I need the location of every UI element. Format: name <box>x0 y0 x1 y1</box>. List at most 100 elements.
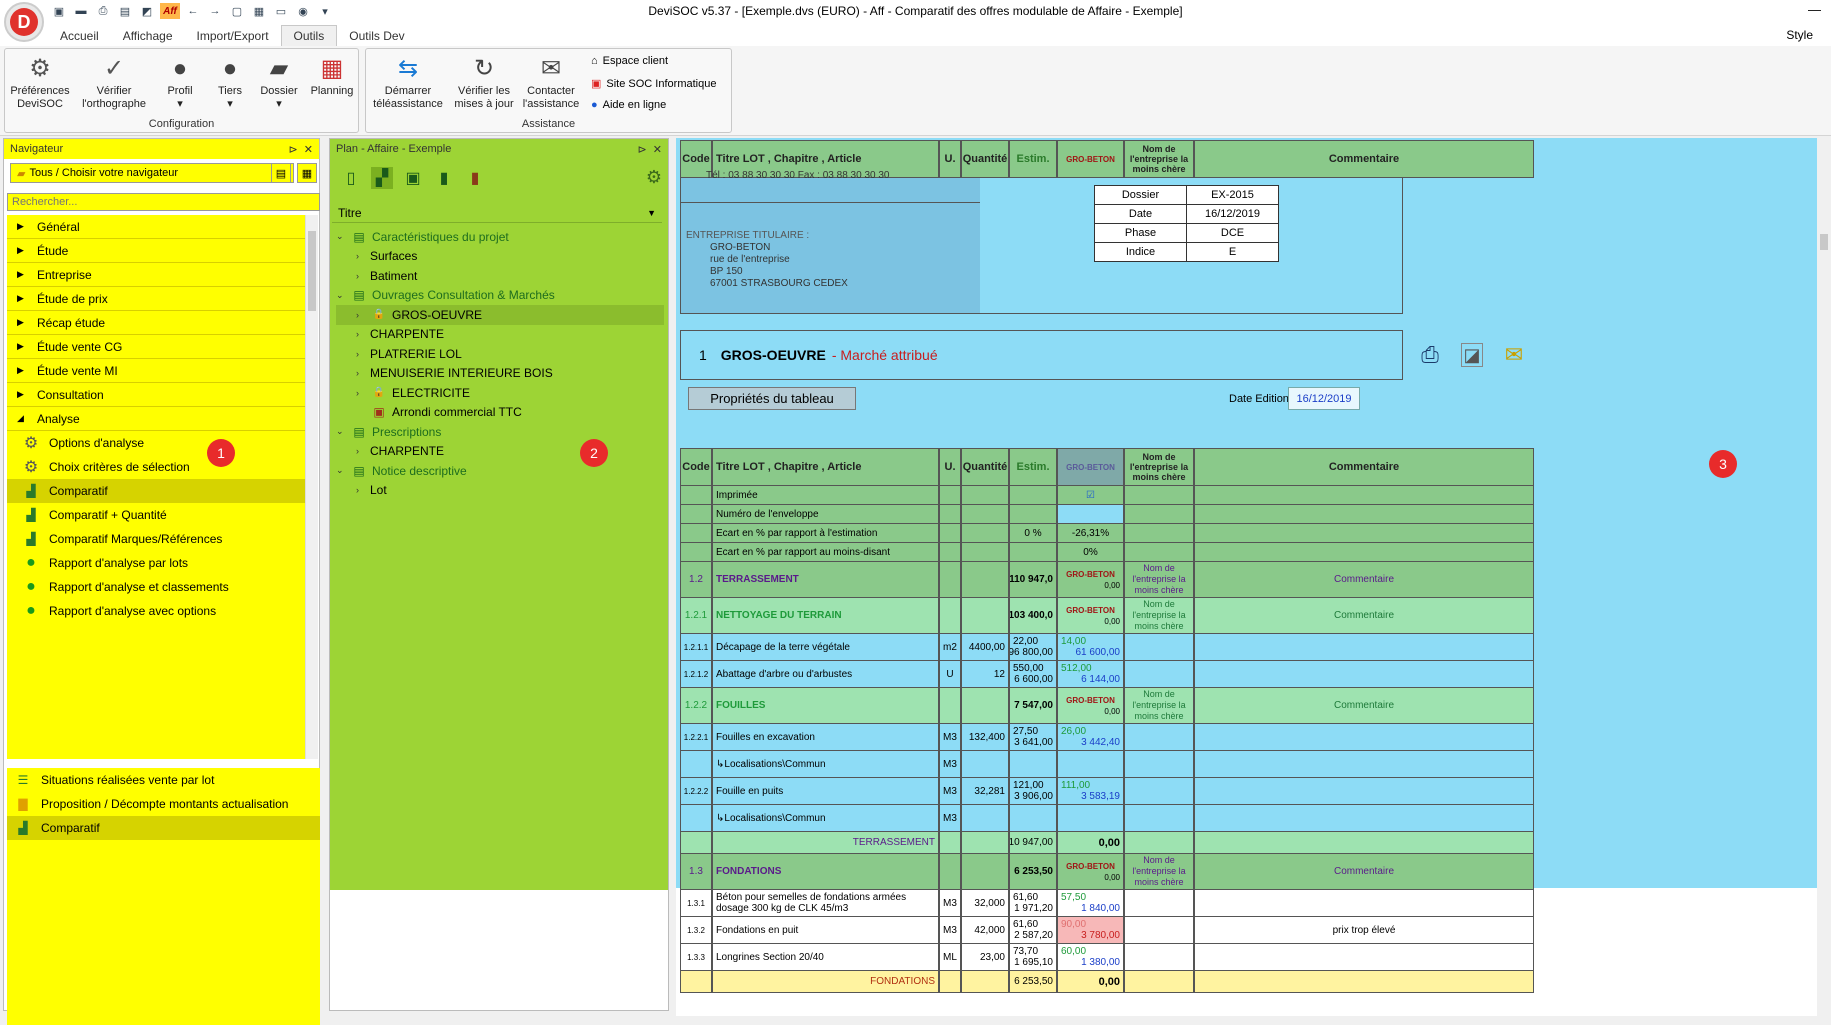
back-arrow-icon[interactable]: ← <box>184 3 202 19</box>
style-menu[interactable]: Style <box>1786 28 1813 42</box>
expand-arrow-icon[interactable]: › <box>356 271 370 281</box>
plan-tree-node[interactable]: › Lot <box>336 481 664 501</box>
col-quantite-header[interactable]: Quantité <box>961 448 1009 486</box>
plan-tree-node[interactable]: ⌄ ▤ Caractéristiques du projet <box>336 227 664 247</box>
table-row[interactable]: 1.3.1 Béton pour semelles de fondations a… <box>680 890 1534 917</box>
navcat-general[interactable]: ▶ Général <box>7 215 305 239</box>
plan-settings-gear-icon[interactable]: ⚙ <box>646 167 662 188</box>
navcat-analyse[interactable]: ◢ Analyse <box>7 407 305 431</box>
tab-affichage[interactable]: Affichage <box>111 26 185 46</box>
preview-icon[interactable]: ▤ <box>116 3 134 19</box>
save-icon[interactable]: ▣ <box>50 3 68 19</box>
collapse-arrow-icon[interactable]: ⌄ <box>336 290 350 301</box>
email-icon[interactable]: ✉ <box>1499 340 1529 370</box>
table-row[interactable]: 1.2.1.2 Abattage d'arbre ou d'arbustes U 12… <box>680 661 1534 688</box>
dossier-button[interactable]: ▰ Dossier ▾ <box>257 53 301 111</box>
nav-item-options-analyse[interactable]: ⚙ Options d'analyse <box>7 431 305 455</box>
nav-item-rapport-lots[interactable]: ● Rapport d'analyse par lots <box>7 551 305 575</box>
expand-arrow-icon[interactable]: › <box>356 446 370 456</box>
pdf-icon[interactable]: ◪ <box>1461 343 1483 367</box>
col-gro-beton-header[interactable]: GRO-BETON <box>1057 140 1124 178</box>
grid-icon[interactable]: ▦ <box>250 3 268 19</box>
date-edition-field[interactable]: 16/12/2019 <box>1288 387 1360 410</box>
planning-button[interactable]: ▦ Planning <box>307 53 357 98</box>
table-row[interactable]: ↳ Localisations\Commun M3 <box>680 805 1534 832</box>
frame-icon[interactable]: ▢ <box>228 3 246 19</box>
site-soc-link[interactable]: ▣ Site SOC Informatique <box>591 77 716 91</box>
table-row[interactable]: 1.3.3 Longrines Section 20/40 ML 23,00 73,70… <box>680 944 1534 971</box>
expand-arrow-icon[interactable]: › <box>356 310 370 320</box>
col-quantite-header[interactable]: Quantité <box>961 140 1009 178</box>
plan-column-header[interactable]: Titre ▼ <box>332 203 662 223</box>
profil-button[interactable]: ● Profil ▾ <box>160 53 200 111</box>
plan-tree-node[interactable]: ▣ Arrondi commercial TTC <box>336 403 664 423</box>
table-row[interactable]: ↳ Localisations\Commun M3 <box>680 751 1534 778</box>
navcat-etude-de-prix[interactable]: ▶ Étude de prix <box>7 287 305 311</box>
table-row[interactable]: 1.3 FONDATIONS 6 253,50 GRO-BETON 0,00 Nom de… <box>680 854 1534 890</box>
forward-arrow-icon[interactable]: → <box>206 3 224 19</box>
col-gro-beton-header[interactable]: GRO-BETON <box>1057 448 1124 486</box>
col-u-header[interactable]: U. <box>939 448 961 486</box>
minimize-icon[interactable]: — <box>1808 2 1821 17</box>
close-icon[interactable]: ✕ <box>653 144 662 156</box>
tiers-button[interactable]: ● Tiers ▾ <box>210 53 250 111</box>
scroll-thumb[interactable] <box>308 231 316 311</box>
teleassistance-button[interactable]: ⇆ Démarrer téléassistance <box>370 53 446 111</box>
table-row[interactable]: 1.2.2 FOUILLES 7 547,00 GRO-BETON 0,00 Nom de… <box>680 688 1534 724</box>
col-estim-header[interactable]: Estim. <box>1009 448 1057 486</box>
col-nom-entreprise-header[interactable]: Nom de l'entreprise la moins chère <box>1124 448 1194 486</box>
navcat-entreprise[interactable]: ▶ Entreprise <box>7 263 305 287</box>
navigator-scrollbar[interactable] <box>305 215 318 759</box>
navigator-list-icon[interactable]: ▤ <box>271 163 291 183</box>
tab-outils-dev[interactable]: Outils Dev <box>337 26 416 46</box>
structure-icon[interactable]: ▞ <box>371 167 393 189</box>
print-icon[interactable]: ⎙ <box>1415 340 1445 370</box>
nav-item-rapport-classements[interactable]: ● Rapport d'analyse et classements <box>7 575 305 599</box>
print-icon[interactable]: ⎙ <box>94 3 112 19</box>
espace-client-link[interactable]: ⌂ Espace client <box>591 55 668 67</box>
navigator-edit-icon[interactable]: ▦ <box>297 163 317 183</box>
col-commentaire-header[interactable]: Commentaire <box>1194 140 1534 178</box>
table-row[interactable]: 1.3.2 Fondations en puit M3 42,000 61,60 2 58… <box>680 917 1534 944</box>
table-row[interactable]: 1.2.2.2 Fouille en puits M3 32,281 121,00 3 9… <box>680 778 1534 805</box>
navcat-consultation[interactable]: ▶ Consultation <box>7 383 305 407</box>
customize-icon[interactable]: ▾ <box>316 3 334 19</box>
plan-tree-node[interactable]: › Batiment <box>336 266 664 286</box>
tab-outils[interactable]: Outils <box>280 25 338 46</box>
collapse-arrow-icon[interactable]: ⌄ <box>336 231 350 242</box>
table-row[interactable]: 1.2.1 NETTOYAGE DU TERRAIN 103 400,0 GRO-BE… <box>680 598 1534 634</box>
nav-item-comparatif-quantite[interactable]: ▟ Comparatif + Quantité <box>7 503 305 527</box>
nav-fav-situations[interactable]: ☰ Situations réalisées vente par lot <box>7 768 320 792</box>
scroll-thumb[interactable] <box>1820 234 1828 250</box>
nav-fav-comparatif[interactable]: ▟ Comparatif <box>7 816 320 840</box>
table-row[interactable]: TERRASSEMENT 110 947,000,00 <box>680 832 1534 854</box>
col-nom-entreprise-header[interactable]: Nom de l'entreprise la moins chère <box>1124 140 1194 178</box>
plan-tree-node[interactable]: › CHARPENTE <box>336 325 664 345</box>
imprimee-checkbox[interactable]: ☑ <box>1057 486 1124 505</box>
navigator-selector[interactable]: ▰Tous / Choisir votre navigateur▾ <box>10 163 294 183</box>
open-folder-icon[interactable]: ▬ <box>72 3 90 19</box>
plan-tree-node[interactable]: ⌄ ▤ Notice descriptive <box>336 461 664 481</box>
navigator-search-input[interactable] <box>7 193 320 211</box>
plan-tree-node[interactable]: › PLATRERIE LOL <box>336 344 664 364</box>
pin-icon[interactable]: ⊳ <box>288 144 297 156</box>
table-row[interactable]: 1.2.1.1 Décapage de la terre végétale m2 44… <box>680 634 1534 661</box>
col-estim-header[interactable]: Estim. <box>1009 140 1057 178</box>
pdf-icon[interactable]: ◩ <box>138 3 156 19</box>
nav-item-rapport-options[interactable]: ● Rapport d'analyse avec options <box>7 599 305 623</box>
window-icon[interactable]: ▭ <box>272 3 290 19</box>
table-properties-button[interactable]: Propriétés du tableau <box>688 387 856 410</box>
nav-item-comparatif-marques[interactable]: ▟ Comparatif Marques/Références <box>7 527 305 551</box>
globe-icon[interactable]: ◉ <box>294 3 312 19</box>
enveloppe-field[interactable] <box>1057 505 1124 524</box>
table-row[interactable]: 1.2 TERRASSEMENT 110 947,0 GRO-BETON 0,00 Nom… <box>680 562 1534 598</box>
table-row[interactable]: 1.2.2.1 Fouilles en excavation M3 132,400 27… <box>680 724 1534 751</box>
plan-tree-node[interactable]: ⌄ ▤ Ouvrages Consultation & Marchés <box>336 286 664 306</box>
report-icon[interactable]: ▮ <box>433 167 455 189</box>
collapse-arrow-icon[interactable]: ⌄ <box>336 426 350 437</box>
document-icon[interactable]: ▯ <box>340 167 362 189</box>
expand-arrow-icon[interactable]: › <box>356 485 370 495</box>
plan-tree-node[interactable]: › 🔒 ELECTRICITE <box>336 383 664 403</box>
money-icon[interactable]: ▣ <box>402 167 424 189</box>
expand-arrow-icon[interactable]: › <box>356 388 370 398</box>
